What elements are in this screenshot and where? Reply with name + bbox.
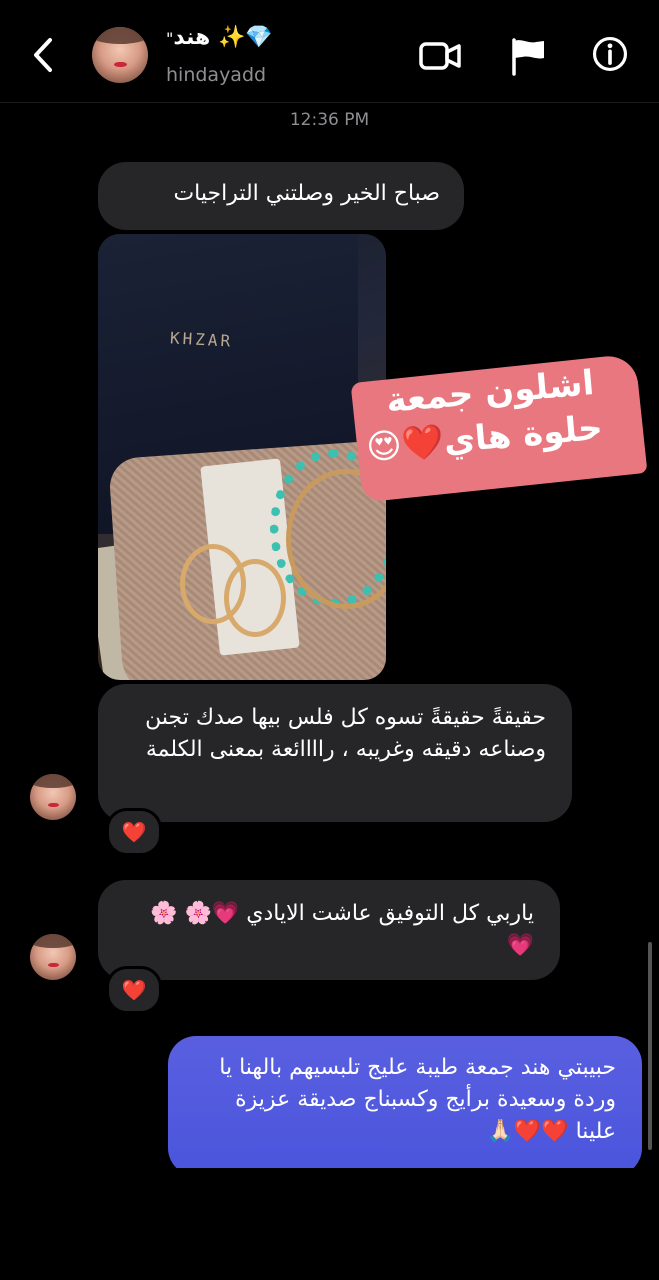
message-bubble[interactable]: ياربي كل التوفيق عاشت الايادي 💗🌸 🌸💗	[98, 880, 560, 980]
message-text: صباح الخير وصلتني التراجيات	[173, 181, 440, 206]
scrollbar[interactable]	[648, 942, 652, 1150]
message-text: حقيقةً حقيقةً تسوه كل فلس بيها صدك تجنن …	[145, 705, 546, 762]
contact-username[interactable]: hindayadd	[166, 64, 266, 86]
heart-reaction[interactable]: ❤️	[106, 966, 162, 1014]
avatar[interactable]	[92, 27, 148, 83]
flag-icon[interactable]	[508, 36, 552, 76]
heart-reaction[interactable]: ❤️	[106, 808, 162, 856]
text-sticker: اشلون جمعة حلوة هاي❤️😍	[350, 353, 648, 503]
timestamp: 12:36 PM	[289, 110, 370, 130]
message-bubble[interactable]: حقيقةً حقيقةً تسوه كل فلس بيها صدك تجنن …	[98, 684, 572, 822]
message-text: ياربي كل التوفيق عاشت الايادي 💗🌸 🌸💗	[150, 901, 534, 958]
message-bubble[interactable]: صباح الخير وصلتني التراجيات	[98, 162, 464, 230]
sent-message-bubble[interactable]: حبيبتي هند جمعة طيبة عليج تلبسيهم بالهنا…	[168, 1036, 642, 1176]
photo-message[interactable]: KHZAR	[98, 234, 386, 680]
message-text: حبيبتي هند جمعة طيبة عليج تلبسيهم بالهنا…	[219, 1055, 616, 1144]
avatar[interactable]	[30, 934, 76, 980]
contact-name[interactable]: 💎✨ هند"	[166, 25, 273, 50]
video-camera-icon[interactable]	[418, 36, 462, 76]
chat-header: 💎✨ هند" hindayadd	[0, 0, 659, 103]
info-icon[interactable]	[588, 34, 632, 74]
brand-logo: KHZAR	[169, 328, 234, 351]
chevron-left-icon[interactable]	[26, 34, 60, 76]
earring-hoop	[224, 559, 286, 637]
avatar[interactable]	[30, 774, 76, 820]
bottom-area	[0, 1168, 659, 1280]
